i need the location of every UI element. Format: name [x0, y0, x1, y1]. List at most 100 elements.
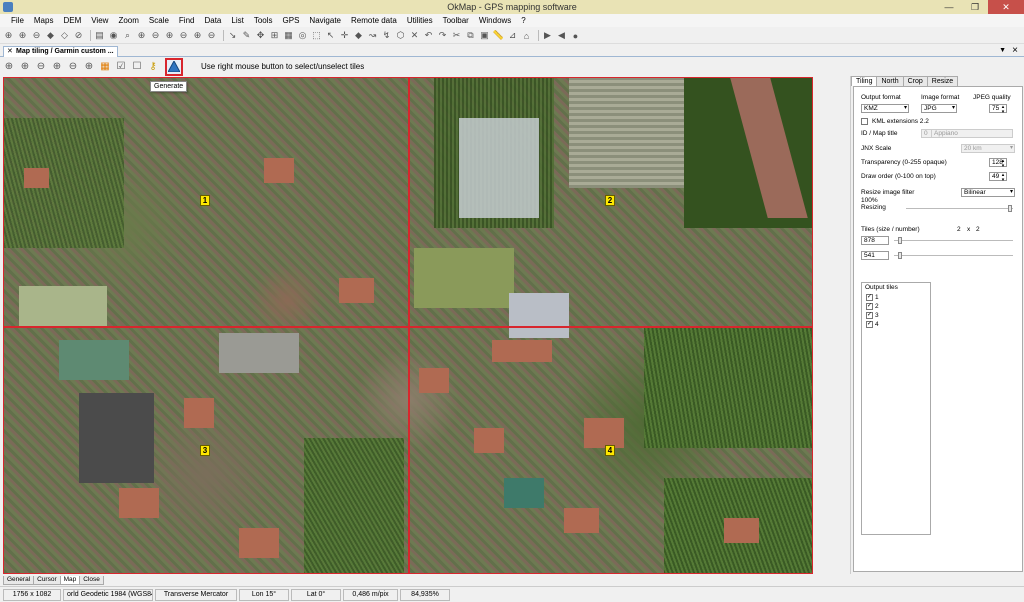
- select-icon[interactable]: ⬚: [311, 30, 322, 41]
- tile-label-1[interactable]: 1: [200, 195, 210, 206]
- copy-icon[interactable]: ⧉: [465, 30, 476, 41]
- select-none-icon[interactable]: ☐: [131, 61, 143, 73]
- tab-crop[interactable]: Crop: [902, 76, 928, 86]
- zoom-selection-icon[interactable]: ⊕: [83, 61, 95, 73]
- menu-scale[interactable]: Scale: [144, 14, 174, 27]
- layers-icon[interactable]: ▤: [94, 30, 105, 41]
- measure-icon[interactable]: ↘: [227, 30, 238, 41]
- zoom-in-icon[interactable]: ⊕: [19, 61, 31, 73]
- output-tile-item[interactable]: ✓ 4: [866, 321, 879, 328]
- calibrate-icon[interactable]: ⊞: [269, 30, 280, 41]
- menu-utilities[interactable]: Utilities: [402, 14, 438, 27]
- tab-tiling[interactable]: Tiling: [851, 76, 878, 86]
- output-tile-checkbox[interactable]: ✓: [866, 294, 873, 301]
- edit-icon[interactable]: ✎: [241, 30, 252, 41]
- maximize-button[interactable]: ❐: [962, 0, 988, 14]
- menu-list[interactable]: List: [226, 14, 248, 27]
- kml-extensions-checkbox[interactable]: [861, 118, 868, 125]
- menu-navigate[interactable]: Navigate: [304, 14, 346, 27]
- gps-realtime-icon[interactable]: ●: [570, 30, 581, 41]
- tab-resize[interactable]: Resize: [926, 76, 959, 86]
- zoom-out-icon[interactable]: ⊖: [35, 61, 47, 73]
- tab-cursor[interactable]: Cursor: [33, 576, 61, 585]
- tag-icon[interactable]: ⌂: [521, 30, 532, 41]
- route-add-icon[interactable]: ↝: [367, 30, 378, 41]
- map-view[interactable]: 1 2 3 4: [3, 77, 813, 574]
- zoom-out-icon[interactable]: ⊖: [31, 30, 42, 41]
- output-format-select[interactable]: KMZ: [861, 104, 909, 113]
- tile-width-slider-thumb[interactable]: [898, 237, 902, 244]
- tile-height-slider-thumb[interactable]: [898, 252, 902, 259]
- select-area-icon[interactable]: ⊕: [3, 61, 15, 73]
- grid-icon[interactable]: ▦: [99, 61, 111, 73]
- output-tile-checkbox[interactable]: ✓: [866, 321, 873, 328]
- minimize-button[interactable]: —: [936, 0, 962, 14]
- menu-file[interactable]: File: [6, 14, 29, 27]
- menu-view[interactable]: View: [86, 14, 113, 27]
- menu-zoom[interactable]: Zoom: [113, 14, 143, 27]
- tile-height-input[interactable]: 541: [861, 251, 889, 260]
- gps-send-icon[interactable]: ▶: [542, 30, 553, 41]
- polygon-icon[interactable]: ⬡: [395, 30, 406, 41]
- close-document-button[interactable]: ×: [1012, 45, 1018, 57]
- jpeg-quality-input[interactable]: 75: [989, 104, 1007, 114]
- tab-map-tiling[interactable]: ✕ Map tiling / Garmin custom ...: [3, 46, 118, 57]
- waypoint-add-icon[interactable]: ◆: [353, 30, 364, 41]
- menu-find[interactable]: Find: [174, 14, 200, 27]
- zoom-fit-icon[interactable]: ⊕: [136, 30, 147, 41]
- menu-gps[interactable]: GPS: [278, 14, 305, 27]
- ruler-icon[interactable]: 📏: [493, 30, 504, 41]
- close-window-button[interactable]: ✕: [988, 0, 1024, 14]
- tile-label-2[interactable]: 2: [605, 195, 615, 206]
- track-icon[interactable]: ⊘: [73, 30, 84, 41]
- compass-icon[interactable]: ◎: [297, 30, 308, 41]
- menu-remote-data[interactable]: Remote data: [346, 14, 402, 27]
- tile-width-input[interactable]: 878: [861, 236, 889, 245]
- resize-filter-select[interactable]: Bilinear: [961, 188, 1015, 197]
- output-tile-item[interactable]: ✓ 2: [866, 303, 879, 310]
- menu-maps[interactable]: Maps: [29, 14, 59, 27]
- chart-icon[interactable]: ⊿: [507, 30, 518, 41]
- menu-windows[interactable]: Windows: [474, 14, 516, 27]
- gps-receive-icon[interactable]: ◀: [556, 30, 567, 41]
- image-format-select[interactable]: JPG: [921, 104, 957, 113]
- waypoint-icon[interactable]: ◆: [45, 30, 56, 41]
- transparency-input[interactable]: 128: [989, 158, 1007, 168]
- paste-icon[interactable]: ▣: [479, 30, 490, 41]
- tile-label-4[interactable]: 4: [605, 445, 615, 456]
- tab-list-icon[interactable]: ▼: [999, 45, 1006, 57]
- tab-close[interactable]: Close: [79, 576, 104, 585]
- menu-help[interactable]: ?: [516, 14, 530, 27]
- tab-close-icon[interactable]: ✕: [7, 47, 13, 57]
- resizing-slider-thumb[interactable]: [1008, 205, 1012, 212]
- zoom-all-icon[interactable]: ⊕: [192, 30, 203, 41]
- zoom-window-icon[interactable]: ⊖: [150, 30, 161, 41]
- zoom-next-icon[interactable]: ⊖: [178, 30, 189, 41]
- search-icon[interactable]: ⌕: [122, 30, 133, 41]
- menu-data[interactable]: Data: [199, 14, 226, 27]
- menu-tools[interactable]: Tools: [249, 14, 278, 27]
- draw-order-input[interactable]: 49: [989, 172, 1007, 182]
- delete-icon[interactable]: ✕: [409, 30, 420, 41]
- menu-toolbar[interactable]: Toolbar: [438, 14, 474, 27]
- gps-icon[interactable]: ◉: [108, 30, 119, 41]
- redo-icon[interactable]: ↷: [437, 30, 448, 41]
- tab-north[interactable]: North: [876, 76, 904, 86]
- generate-button[interactable]: [165, 57, 183, 76]
- cut-icon[interactable]: ✂: [451, 30, 462, 41]
- move-icon[interactable]: ✥: [255, 30, 266, 41]
- track-add-icon[interactable]: ↯: [381, 30, 392, 41]
- zoom-in-icon[interactable]: ⊕: [17, 30, 28, 41]
- output-tile-item[interactable]: ✓ 3: [866, 312, 879, 319]
- output-tile-checkbox[interactable]: ✓: [866, 303, 873, 310]
- tile-width-slider[interactable]: [894, 237, 1013, 244]
- tab-map[interactable]: Map: [59, 576, 81, 585]
- select-all-icon[interactable]: ☑: [115, 61, 127, 73]
- zoom-prev-icon[interactable]: ⊕: [164, 30, 175, 41]
- pointer-icon[interactable]: ↖: [325, 30, 336, 41]
- tile-height-slider[interactable]: [894, 252, 1013, 259]
- key-icon[interactable]: ⚷: [147, 61, 159, 73]
- tab-general[interactable]: General: [3, 576, 35, 585]
- zoom-fit-icon[interactable]: ⊕: [51, 61, 63, 73]
- zoom-window-icon[interactable]: ⊖: [67, 61, 79, 73]
